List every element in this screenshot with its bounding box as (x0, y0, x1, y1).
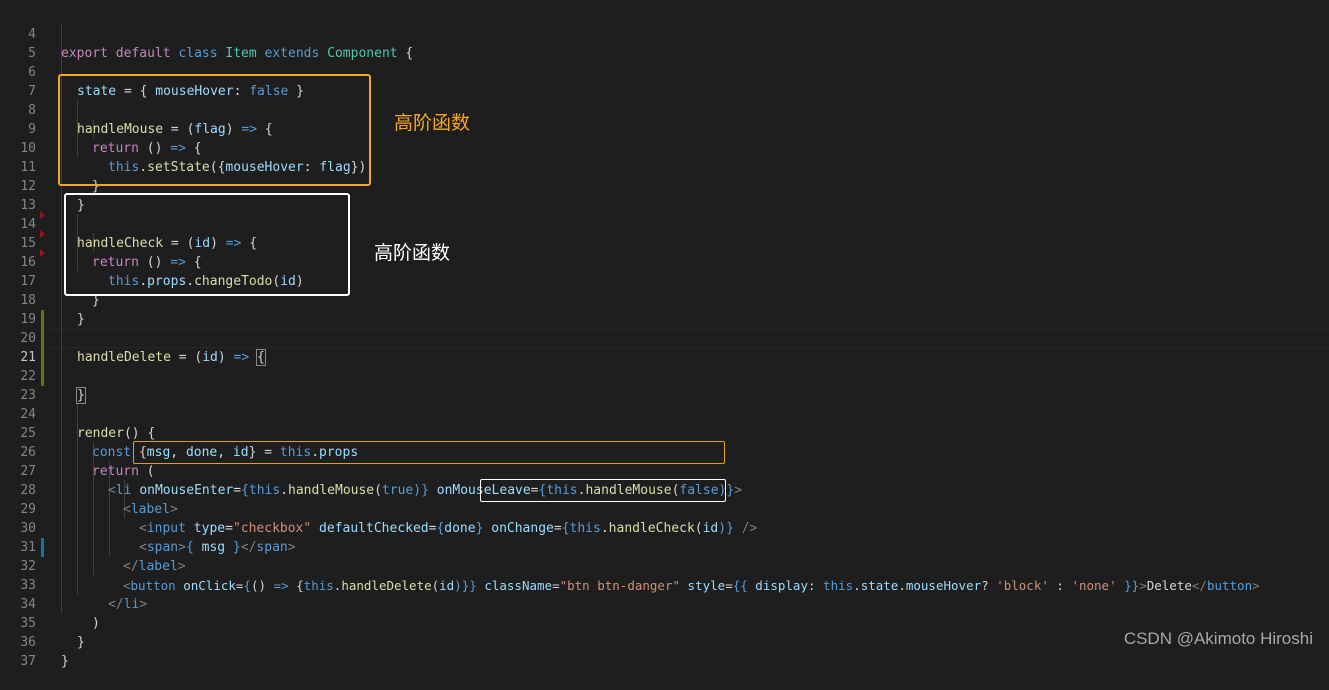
code-line[interactable]: 25 const {msg, done, id} = this.props (0, 405, 1329, 460)
highlight-box-on-change (480, 479, 726, 502)
watermark: CSDN @Akimoto Hiroshi (1123, 629, 1313, 648)
code-text: } (61, 654, 69, 669)
code-line[interactable]: 6 state = { mouseHover: false } (0, 44, 1329, 99)
highlight-box-handle-check (64, 193, 350, 296)
code-line-active[interactable]: 21 (0, 329, 1329, 365)
highlight-box-handle-mouse (58, 74, 371, 186)
code-line[interactable]: 4 export default class Item extends Comp… (0, 6, 1329, 61)
code-line[interactable]: 35 } (0, 595, 1329, 650)
code-line[interactable]: 34 ) (0, 576, 1329, 631)
code-line[interactable]: 22 } (0, 348, 1329, 404)
code-editor[interactable]: 4 export default class Item extends Comp… (0, 0, 1329, 669)
code-line[interactable]: 33 </li> (0, 557, 1329, 612)
highlight-box-mouse-events (133, 441, 725, 464)
code-line[interactable]: 20 handleDelete = (id) => { (0, 310, 1329, 366)
code-line[interactable]: 24 render() { (0, 386, 1329, 441)
code-line[interactable]: 31 </label> (0, 519, 1329, 574)
annotation-label-white: 高阶函数 (374, 242, 451, 264)
code-line[interactable]: 30 <span>{ msg }</span> (0, 500, 1329, 555)
line-number: 37 (20, 654, 36, 669)
annotation-label-orange: 高阶函数 (394, 112, 471, 134)
code-line[interactable]: 5 (0, 25, 1329, 61)
code-line[interactable]: 32 <button onClick={() => {this.handleDe… (0, 538, 1329, 593)
code-line[interactable]: 23 (0, 367, 1329, 403)
